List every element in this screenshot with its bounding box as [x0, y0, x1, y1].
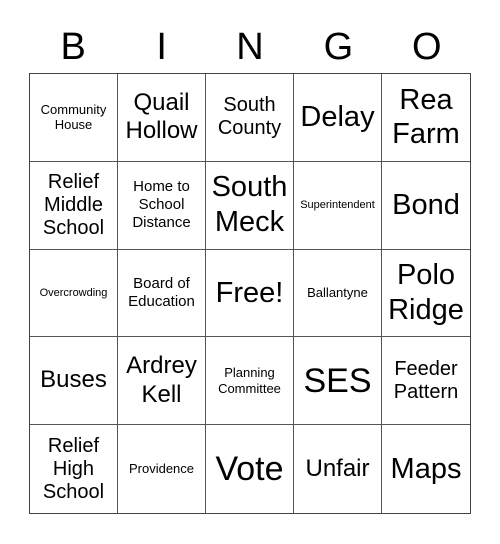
- header-letter-o: O: [412, 26, 442, 68]
- bingo-cell[interactable]: Providence: [118, 425, 206, 513]
- bingo-cell[interactable]: Feeder Pattern: [382, 337, 470, 426]
- header-letter-b: B: [60, 26, 86, 68]
- bingo-cell[interactable]: Buses: [30, 337, 118, 426]
- header-letter-i: I: [156, 26, 167, 68]
- bingo-cell[interactable]: Ballantyne: [294, 249, 382, 338]
- header-letter-g: G: [323, 26, 354, 68]
- bingo-cell[interactable]: Relief Middle School: [30, 161, 118, 250]
- bingo-cell[interactable]: South County: [206, 74, 294, 162]
- bingo-cell[interactable]: Maps: [382, 425, 470, 513]
- header-letter-n: N: [236, 26, 264, 68]
- bingo-cell[interactable]: Ardrey Kell: [118, 337, 206, 426]
- bingo-cell[interactable]: Overcrowding: [30, 249, 118, 338]
- bingo-cell[interactable]: Polo Ridge: [382, 250, 470, 338]
- bingo-cell[interactable]: Superintendent: [294, 161, 382, 250]
- bingo-cell[interactable]: Quail Hollow: [118, 74, 206, 162]
- bingo-cell[interactable]: Relief High School: [30, 425, 118, 513]
- bingo-cell[interactable]: Community House: [30, 74, 118, 162]
- bingo-cell[interactable]: Planning Committee: [206, 337, 294, 426]
- bingo-cell[interactable]: SES: [294, 337, 382, 426]
- bingo-cell[interactable]: Home to School Distance: [118, 161, 206, 250]
- free-space-cell[interactable]: Free!: [206, 249, 294, 338]
- bingo-board: Community House Quail Hollow South County D…: [29, 73, 471, 514]
- bingo-cell[interactable]: South Meck: [206, 161, 294, 250]
- bingo-cell[interactable]: Vote: [206, 425, 294, 513]
- bingo-cell[interactable]: Delay: [294, 74, 382, 162]
- bingo-cell[interactable]: Unfair: [294, 425, 382, 513]
- bingo-header: B I N G O: [29, 22, 471, 72]
- bingo-cell[interactable]: Bond: [382, 162, 470, 250]
- bingo-cell[interactable]: Rea Farm: [382, 74, 470, 162]
- bingo-cell[interactable]: Board of Education: [118, 249, 206, 338]
